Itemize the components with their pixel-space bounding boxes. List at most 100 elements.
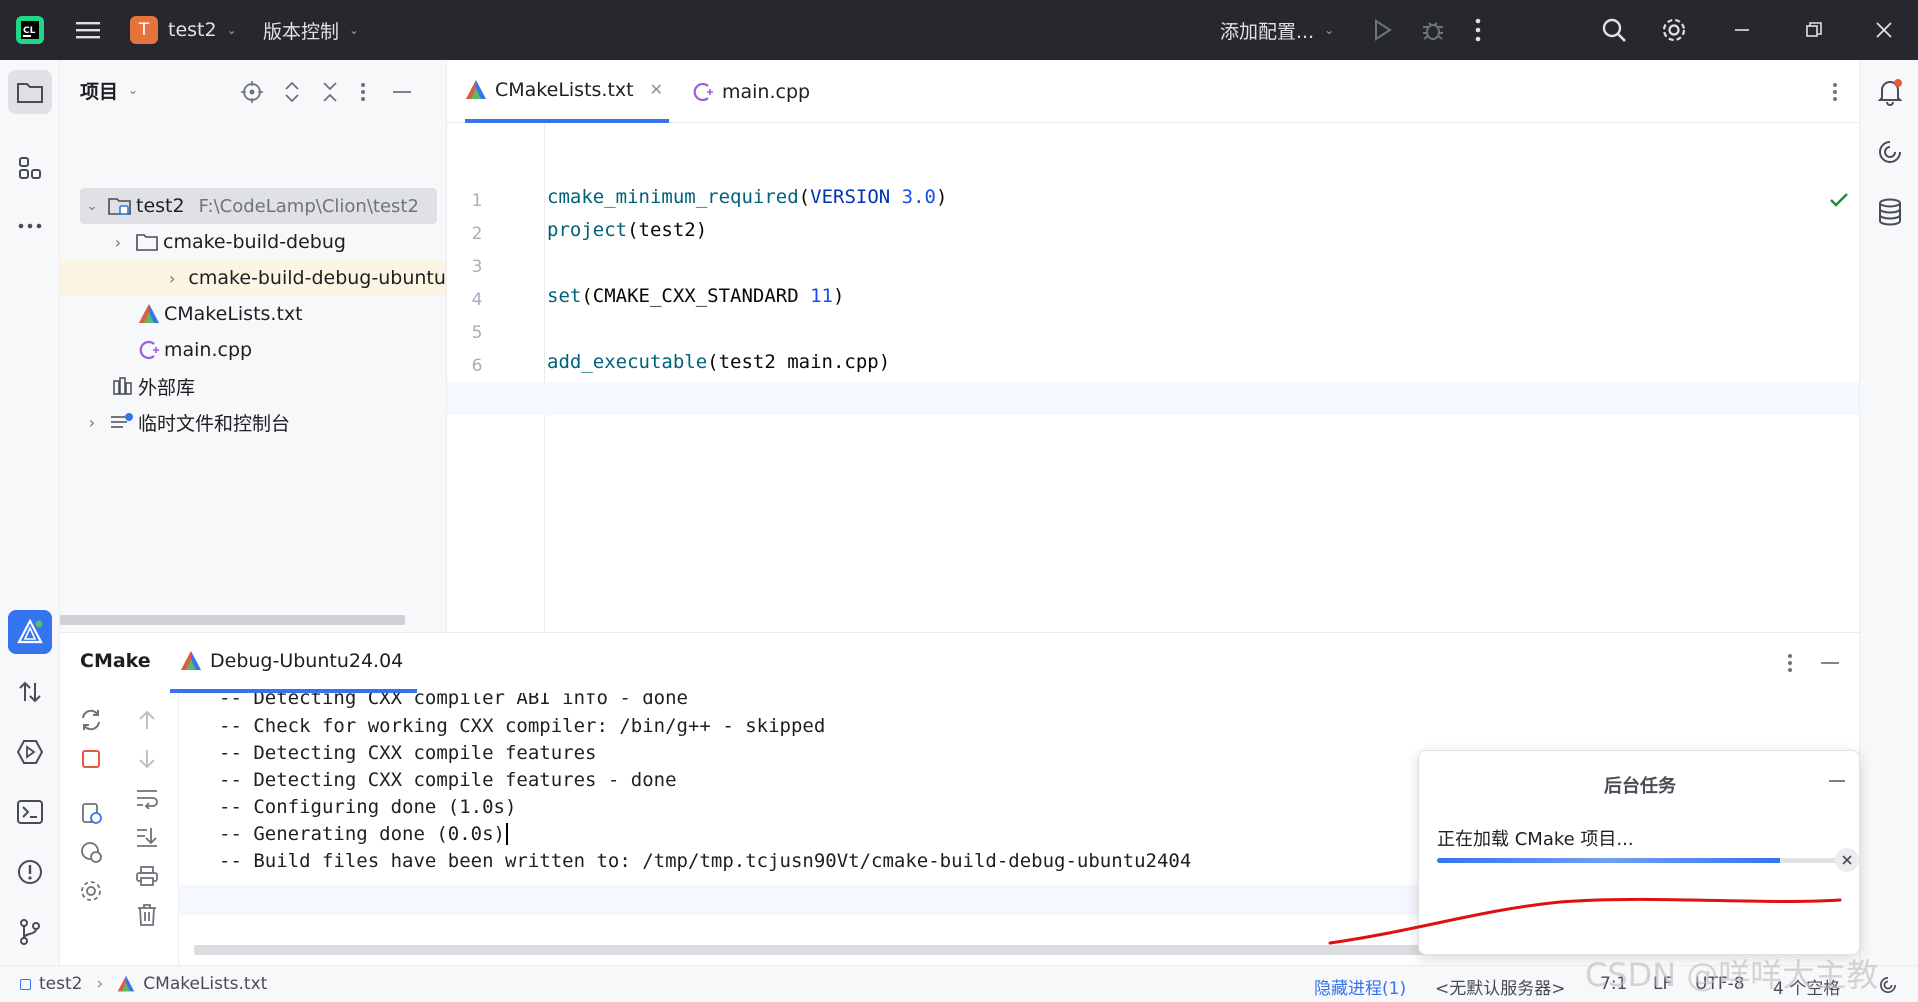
chevron-right-icon: › (169, 268, 176, 288)
project-tool-button[interactable] (8, 70, 52, 114)
hide-panel-icon[interactable] (390, 80, 414, 104)
svg-text:CL: CL (23, 26, 36, 36)
project-options-icon[interactable] (355, 80, 371, 104)
tab-label: CMakeLists.txt (495, 78, 634, 101)
chevron-down-icon: ⌄ (1324, 23, 1335, 37)
line-number: 1 (471, 191, 483, 211)
notifications-icon[interactable] (1868, 70, 1912, 114)
editor-tab-bar: CMakeLists.txt ✕ main.cpp (447, 60, 1859, 123)
previous-occurrence-icon[interactable] (132, 705, 162, 735)
print-icon[interactable] (132, 861, 162, 891)
close-window-icon[interactable] (1874, 0, 1894, 60)
ai-assistant-icon[interactable] (1868, 130, 1912, 174)
server-selector[interactable]: <无默认服务器> (1435, 974, 1566, 999)
tab-main-cpp[interactable]: main.cpp (692, 60, 810, 123)
restore-window-icon[interactable] (1804, 0, 1824, 60)
tree-item-folder-excluded[interactable]: › cmake-build-debug-ubuntu24 (60, 260, 470, 296)
code-line: project(test2) (547, 219, 708, 241)
vcs-commit-tool-button[interactable] (8, 670, 52, 714)
hide-panel-icon[interactable] (1818, 651, 1842, 675)
vcs-menu[interactable]: 版本控制 ⌄ (263, 0, 359, 60)
stop-icon[interactable] (76, 744, 106, 774)
collapse-all-icon[interactable] (318, 80, 342, 104)
minimize-window-icon[interactable] (1732, 0, 1752, 60)
cache-icon[interactable] (76, 837, 106, 867)
project-panel: 项目 ⌄ ⌄ test2 F:\CodeLamp\Clion\test2 › c… (60, 60, 470, 632)
tree-item-path: F:\CodeLamp\Clion\test2 (198, 195, 419, 217)
right-tool-stripe (1859, 60, 1918, 965)
expand-all-icon[interactable] (280, 80, 304, 104)
tree-item-folder[interactable]: › cmake-build-debug (108, 224, 438, 260)
inspection-ok-check-icon[interactable] (1827, 188, 1851, 212)
git-tool-button[interactable] (8, 910, 52, 954)
next-occurrence-icon[interactable] (132, 744, 162, 774)
left-tool-stripe (0, 60, 60, 965)
module-folder-icon (108, 198, 131, 215)
cursor-position[interactable]: 7:1 (1600, 974, 1627, 994)
tree-item-scratches[interactable]: › 临时文件和控制台 (80, 404, 410, 440)
project-switcher[interactable]: T test2 ⌄ (130, 0, 237, 60)
scroll-to-end-icon[interactable] (132, 822, 162, 852)
library-icon (113, 377, 132, 395)
indent-setting[interactable]: 4 个空格 (1773, 974, 1840, 999)
structure-tool-button[interactable] (8, 146, 52, 190)
cmake-tool-button[interactable] (8, 610, 52, 654)
bg-tasks-title: 后台任务 (1604, 776, 1676, 797)
cmake-header: CMake Debug-Ubuntu24.04 (60, 633, 1859, 693)
reload-cmake-icon[interactable] (76, 705, 106, 735)
current-line-highlight (447, 382, 1859, 415)
cancel-task-icon[interactable] (1835, 848, 1859, 872)
cpp-file-icon (139, 340, 159, 360)
breadcrumb-file[interactable]: CMakeLists.txt (143, 974, 267, 994)
tree-item-label: CMakeLists.txt (164, 303, 303, 325)
clear-all-trash-icon[interactable] (132, 900, 162, 930)
gutter: 1 2 3 4 5 6 7 (447, 123, 545, 632)
ai-status-icon[interactable] (1876, 973, 1900, 997)
cmake-file-icon (139, 304, 159, 323)
chevron-right-icon: › (114, 232, 122, 252)
console-line: -- Detecting CXX compile features - done (219, 769, 677, 791)
cmake-settings-icon[interactable] (76, 798, 106, 828)
terminal-tool-button[interactable] (8, 790, 52, 834)
tree-item-external-libs[interactable]: 外部库 (112, 368, 412, 404)
settings-gear-icon[interactable] (1660, 0, 1688, 60)
services-tool-button[interactable] (8, 730, 52, 774)
tree-item-file[interactable]: CMakeLists.txt (138, 296, 438, 332)
main-menu-icon[interactable] (74, 0, 102, 60)
chevron-down-icon: ⌄ (349, 23, 360, 37)
horizontal-scrollbar[interactable] (60, 615, 405, 625)
problems-tool-button[interactable] (8, 850, 52, 894)
horizontal-scrollbar[interactable] (194, 945, 1624, 955)
hidden-processes-link[interactable]: 隐藏进程(1) (1314, 974, 1406, 999)
module-square-icon (20, 978, 31, 990)
tree-item-root[interactable]: ⌄ test2 F:\CodeLamp\Clion\test2 (80, 188, 437, 224)
database-icon[interactable] (1868, 190, 1912, 234)
locate-file-icon[interactable] (240, 80, 264, 104)
cmake-options-icon[interactable] (1782, 651, 1798, 675)
bg-task-label: 正在加载 CMake 项目... (1437, 829, 1634, 850)
line-separator[interactable]: LF (1653, 974, 1672, 994)
soft-wrap-icon[interactable] (132, 783, 162, 813)
minimize-popup-icon[interactable] (1825, 769, 1849, 793)
more-actions-icon[interactable] (1474, 0, 1482, 60)
search-icon[interactable] (1600, 0, 1628, 60)
project-view-selector[interactable]: 项目 ⌄ (80, 60, 138, 120)
breadcrumb-project[interactable]: test2 (39, 974, 82, 994)
close-tab-icon[interactable]: ✕ (650, 80, 663, 99)
up-down-arrows-icon (19, 681, 41, 703)
run-config-selector[interactable]: 添加配置... ⌄ (1220, 0, 1334, 60)
cmake-tool-window: CMake Debug-Ubuntu24.04 -- Detecting CXX… (60, 632, 1860, 966)
run-icon[interactable] (1370, 0, 1394, 60)
tab-debug-ubuntu[interactable]: Debug-Ubuntu24.04 (170, 633, 418, 693)
debug-icon[interactable] (1420, 0, 1446, 60)
file-encoding[interactable]: UTF-8 (1695, 974, 1745, 994)
folder-icon (17, 83, 43, 103)
clion-logo-icon[interactable]: CL (14, 0, 46, 60)
tree-item-file[interactable]: main.cpp (138, 332, 438, 368)
tab-cmakelists[interactable]: CMakeLists.txt ✕ (465, 60, 670, 123)
gear-icon[interactable] (76, 876, 106, 906)
git-branch-icon (20, 919, 40, 945)
chevron-down-icon: ⌄ (226, 23, 237, 37)
tab-options-icon[interactable] (1827, 80, 1843, 104)
more-tools-icon[interactable] (8, 204, 52, 248)
